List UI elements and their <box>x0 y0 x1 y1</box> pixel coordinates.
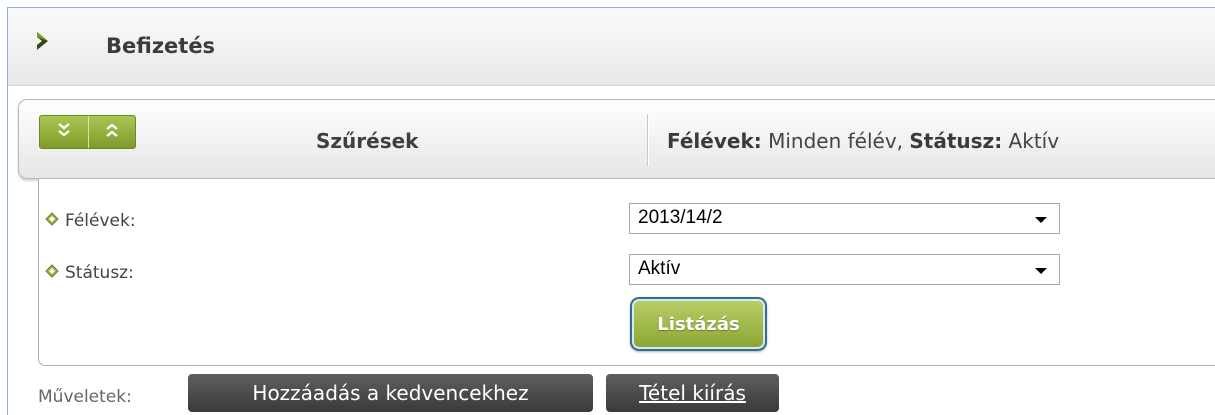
filter-divider <box>647 114 648 166</box>
expand-collapse-group <box>39 115 136 149</box>
semesters-label-text: Félévek: <box>65 211 136 231</box>
dropdown-arrow-icon <box>1035 217 1047 223</box>
status-label: Státusz: <box>45 263 134 283</box>
semesters-select[interactable]: 2013/14/2 <box>629 203 1060 234</box>
page-header: Befizetés <box>8 8 1215 86</box>
filter-header: Szűrések Félévek: Minden félév, Státusz:… <box>18 99 1215 179</box>
item-print-button[interactable]: Tétel kiírás <box>606 374 779 412</box>
summary-status-value: Aktív <box>1002 129 1060 153</box>
actions-label: Műveletek: <box>38 387 132 407</box>
chevron-right-icon <box>34 30 52 56</box>
status-select-value: Aktív <box>638 258 681 279</box>
expand-all-button[interactable] <box>40 116 88 148</box>
diamond-bullet-icon <box>45 263 59 283</box>
filter-summary: Félévek: Minden félév, Státusz: Aktív <box>667 129 1059 153</box>
list-button[interactable]: Listázás <box>630 297 767 351</box>
double-chevron-down-icon <box>57 122 71 142</box>
page-title: Befizetés <box>106 34 216 58</box>
item-print-label: Tétel kiírás <box>639 381 746 405</box>
double-chevron-up-icon <box>105 122 119 142</box>
status-label-text: Státusz: <box>65 263 134 283</box>
diamond-bullet-icon <box>45 211 59 231</box>
summary-semesters-value: Minden félév, <box>761 129 910 153</box>
add-to-favorites-button[interactable]: Hozzáadás a kedvencekhez <box>188 374 593 412</box>
semesters-select-value: 2013/14/2 <box>638 207 723 228</box>
filter-title[interactable]: Szűrések <box>316 129 418 153</box>
summary-semesters-key: Félévek: <box>667 129 762 153</box>
summary-status-key: Státusz: <box>909 129 1003 153</box>
semesters-label: Félévek: <box>45 211 136 231</box>
filter-panel: Félévek: 2013/14/2 Státusz: Aktív Listáz… <box>38 179 1215 366</box>
status-select[interactable]: Aktív <box>629 254 1060 285</box>
dropdown-arrow-icon <box>1035 268 1047 274</box>
page-frame: Befizetés Szűrések Félévek: Minden félév… <box>7 7 1215 415</box>
collapse-all-button[interactable] <box>87 116 136 148</box>
